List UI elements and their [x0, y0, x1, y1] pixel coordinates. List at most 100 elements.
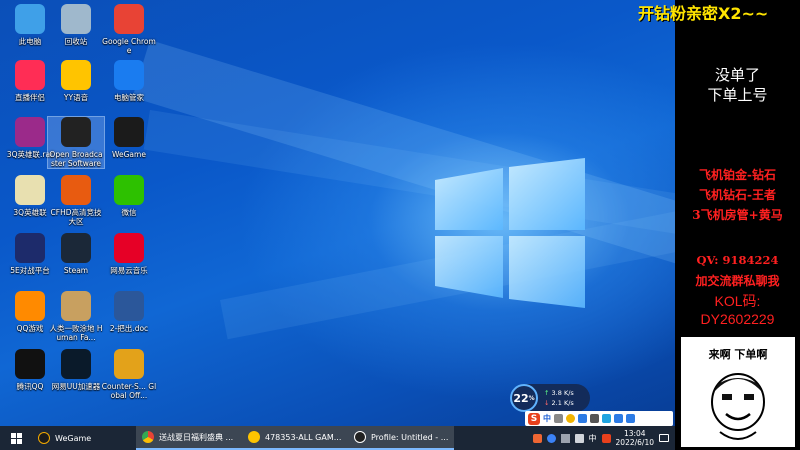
desktop[interactable]: 此电脑 回收站 Google Chrome 直播伴侣 YY语音 电脑管家 3Q英雄联.rar… [0, 0, 675, 426]
group-invite: 加交流群私聊我 [695, 274, 780, 288]
upload-arrow-icon: ↑ [544, 389, 552, 397]
promo-banner: 开钻粉亲密X2~~ [638, 4, 769, 23]
volume-icon[interactable] [574, 433, 584, 443]
5e-platform-icon [15, 233, 45, 263]
human-fall-flat-icon [61, 291, 91, 321]
desktop-shortcut[interactable]: 网易UU加速器 [48, 349, 104, 391]
clock-date: 2022/6/10 [615, 438, 654, 447]
download-speed: 2.1 [551, 399, 562, 407]
rar-archive-icon [15, 117, 45, 147]
download-arrow-icon: ↓ [544, 399, 552, 407]
taskbar-item-yy[interactable]: 478353-ALL GAM... [242, 426, 348, 450]
service-1: 飞机铂金-钻石 [699, 168, 776, 182]
service-2: 飞机钻石-王者 [699, 188, 776, 202]
desktop-shortcut[interactable]: YY语音 [48, 60, 104, 102]
desktop-shortcut-label: Open Broadcaster Software [49, 150, 103, 168]
meme-sticker: 来啊 下单啊 [681, 337, 795, 447]
ime-toolbar[interactable]: S 中 [525, 411, 673, 426]
desktop-shortcut[interactable]: 人类一败涂地 Human Fa... [48, 291, 104, 342]
upload-speed: 3.8 [551, 389, 562, 397]
desktop-shortcut-label: Google Chrome [102, 37, 156, 55]
desktop-shortcut-label: YY语音 [63, 93, 89, 102]
ime-mode[interactable]: 中 [543, 413, 551, 424]
qq-icon [15, 349, 45, 379]
cfhd-icon [61, 175, 91, 205]
document-icon [15, 175, 45, 205]
status-line-1: 没单了 [714, 66, 760, 84]
start-button[interactable] [0, 426, 32, 450]
network-icon[interactable] [560, 433, 570, 443]
live-companion-icon [15, 60, 45, 90]
sogou-tray-icon[interactable] [532, 433, 542, 443]
uu-accelerator-icon [61, 349, 91, 379]
taskbar-item-obs[interactable]: Profile: Untitled - ... [348, 426, 454, 450]
computer-icon [15, 4, 45, 34]
input-language[interactable]: 中 [589, 433, 597, 444]
wechat-icon [114, 175, 144, 205]
usage-unit: % [528, 394, 535, 402]
kol-label: KOL码: [714, 293, 761, 309]
desktop-shortcut-label: 人类一败涂地 Human Fa... [49, 324, 103, 342]
recycle-bin-icon [61, 4, 91, 34]
service-3: 3飞机房管+黄马 [692, 208, 783, 222]
toolbox-icon[interactable] [614, 414, 623, 423]
sogou-ime-icon[interactable]: S [528, 412, 540, 425]
network-speed-widget[interactable]: 22% ↑ 3.8 K/s ↓ 2.1 K/s [510, 384, 590, 412]
taskbar-item-chrome[interactable]: 送战夏日福利盛典 ... [136, 426, 242, 450]
punctuation-icon[interactable] [554, 414, 563, 423]
desktop-shortcut-label: 微信 [121, 208, 137, 217]
desktop-shortcut[interactable]: 电脑管家 [101, 60, 157, 102]
pc-manager-icon [114, 60, 144, 90]
yy-voice-icon [61, 60, 91, 90]
yy-voice-icon [248, 431, 260, 443]
desktop-shortcut[interactable]: Open Broadcaster Software [47, 116, 105, 169]
desktop-shortcut[interactable]: Steam [48, 233, 104, 275]
desktop-shortcut[interactable]: Counter-S... Global Off... [101, 349, 157, 400]
ime-tray-icon[interactable] [601, 433, 611, 443]
taskbar: WeGame 送战夏日福利盛典 ... 478353-ALL GAM... Pr… [0, 426, 675, 450]
desktop-shortcut[interactable]: 微信 [101, 175, 157, 217]
desktop-shortcut[interactable]: 网易云音乐 [101, 233, 157, 275]
wegame-icon [114, 117, 144, 147]
desktop-shortcut-label: WeGame [112, 150, 146, 159]
status-line-2: 下单上号 [707, 86, 768, 104]
cpu-usage-gauge: 22% [510, 384, 538, 412]
taskbar-item-label: 送战夏日福利盛典 ... [159, 432, 234, 442]
usage-percent: 22 [513, 391, 529, 405]
taskbar-item-wegame[interactable]: WeGame [32, 426, 136, 450]
desktop-shortcut-label: 2-把出.doc [109, 324, 149, 333]
desktop-shortcut-label: 网易UU加速器 [51, 382, 101, 391]
download-unit: K/s [563, 399, 574, 407]
net-speeds: ↑ 3.8 K/s ↓ 2.1 K/s [544, 388, 574, 408]
meme-face-icon [711, 373, 765, 440]
taskbar-item-label: Profile: Untitled - ... [371, 432, 449, 442]
netease-music-icon [114, 233, 144, 263]
qq-game-icon [15, 291, 45, 321]
system-tray: 中 13:04 2022/6/10 [532, 429, 675, 447]
desktop-shortcut[interactable]: Google Chrome [101, 4, 157, 55]
desktop-shortcut-label: 电脑管家 [114, 93, 144, 102]
meme-caption: 来啊 下单啊 [708, 348, 768, 361]
taskbar-item-label: WeGame [55, 433, 92, 443]
microphone-icon[interactable] [578, 414, 587, 423]
desktop-shortcut[interactable]: 2-把出.doc [101, 291, 157, 333]
desktop-shortcut[interactable]: 回收站 [48, 4, 104, 46]
keyboard-icon[interactable] [590, 414, 599, 423]
upload-unit: K/s [563, 389, 574, 397]
desktop-shortcut[interactable]: CFHD高清竞技大区 [48, 175, 104, 226]
desktop-shortcut[interactable]: WeGame [101, 117, 157, 159]
shield-icon[interactable] [546, 433, 556, 443]
emoji-icon[interactable] [566, 414, 575, 423]
word-doc-icon [114, 291, 144, 321]
taskbar-item-label: 478353-ALL GAM... [265, 432, 342, 442]
steam-icon [61, 233, 91, 263]
notification-icon[interactable] [659, 434, 669, 442]
obs-icon [61, 117, 91, 147]
ime-menu-icon[interactable] [626, 414, 635, 423]
clock-time: 13:04 [623, 429, 646, 438]
desktop-shortcut-label: CFHD高清竞技大区 [50, 208, 102, 226]
skin-icon[interactable] [602, 414, 611, 423]
wegame-icon [38, 432, 50, 444]
csgo-icon [114, 349, 144, 379]
clock[interactable]: 13:04 2022/6/10 [616, 429, 654, 447]
